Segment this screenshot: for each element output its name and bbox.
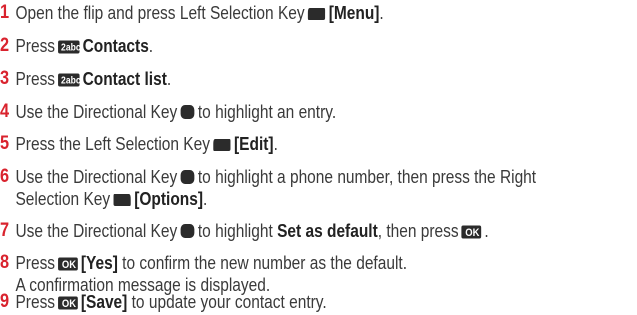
ok-key-icon: OK: [461, 225, 482, 239]
step-number: 8: [0, 252, 10, 273]
step-number: 3: [0, 68, 10, 89]
step-number: 1: [0, 2, 10, 23]
step-number: 2: [0, 35, 10, 56]
key-label: 2abc: [61, 75, 80, 86]
step-number: 6: [0, 166, 10, 187]
number-2-key-icon: 2abc: [58, 40, 80, 54]
number-2-key-icon: 2abc: [58, 73, 80, 87]
contact-list-label: Contact list: [82, 69, 167, 89]
directional-key-icon: [180, 105, 195, 119]
ok-key-icon: OK: [58, 296, 78, 310]
step-number: 7: [0, 220, 10, 241]
step-text: Open the flip and press Left Selection K…: [15, 3, 305, 23]
menu-label: [Menu]: [328, 3, 380, 23]
save-label: [Save]: [80, 292, 128, 312]
options-label: [Options]: [134, 189, 204, 209]
set-as-default-label: Set as default: [277, 221, 378, 241]
step-number: 9: [0, 291, 10, 312]
step-number: 4: [0, 101, 10, 122]
ok-key-label: OK: [62, 259, 77, 271]
left-soft-key-icon: [308, 8, 326, 20]
right-soft-key-icon: [113, 194, 131, 206]
yes-label: [Yes]: [80, 253, 118, 273]
key-label: 2abc: [61, 42, 80, 53]
step-number: 5: [0, 133, 10, 154]
ok-key-label: OK: [62, 298, 77, 310]
instruction-steps: 1 Open the flip and press Left Selection…: [0, 2, 537, 312]
left-soft-key-icon: [213, 139, 231, 151]
directional-key-icon: [180, 224, 195, 238]
ok-key-icon: OK: [58, 257, 78, 271]
ok-key-label: OK: [466, 227, 481, 239]
directional-key-icon: [180, 170, 195, 184]
edit-label: [Edit]: [234, 134, 274, 154]
contacts-label: Contacts: [82, 36, 149, 56]
